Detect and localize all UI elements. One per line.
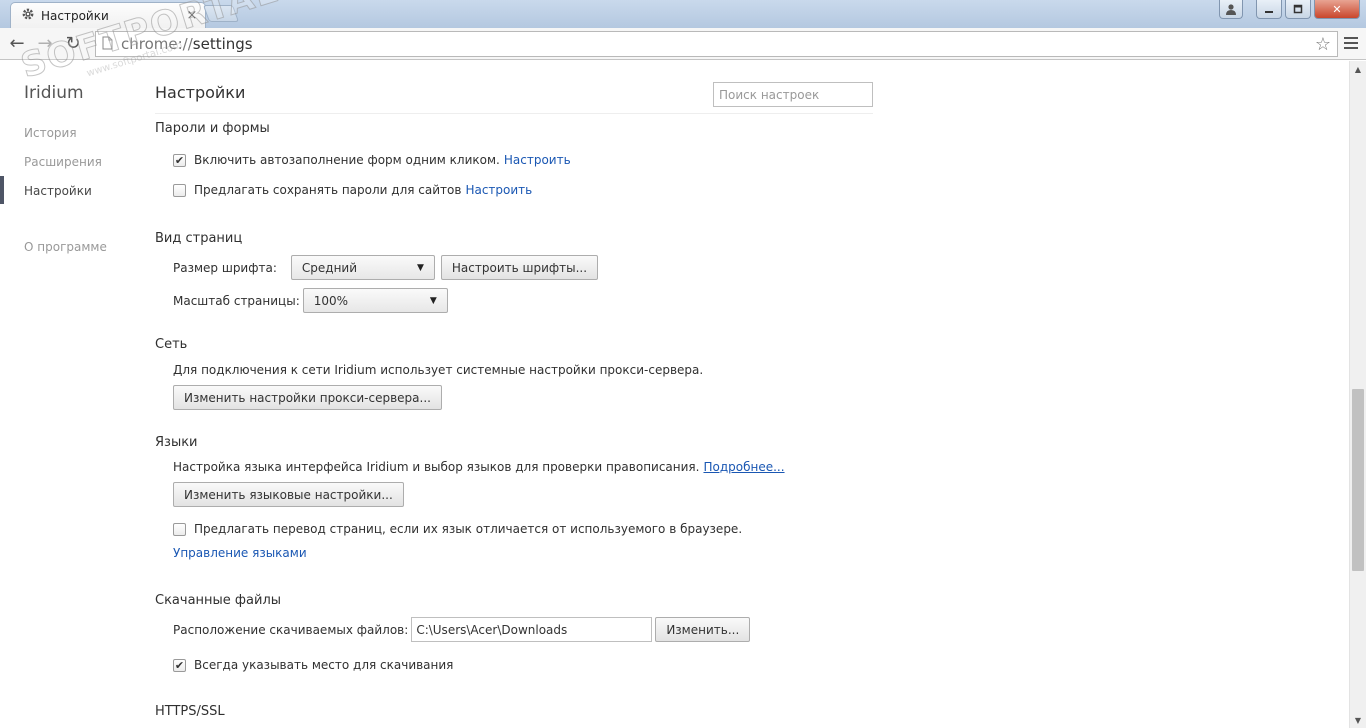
language-settings-row: Изменить языковые настройки... bbox=[173, 482, 404, 507]
page-icon bbox=[102, 36, 113, 53]
font-size-select[interactable]: Средний ▼ bbox=[290, 255, 435, 280]
close-window-button[interactable]: ✕ bbox=[1314, 0, 1360, 19]
font-size-row: Размер шрифта: Средний ▼ Настроить шрифт… bbox=[173, 255, 599, 280]
section-title-https: HTTPS/SSL bbox=[155, 704, 225, 719]
section-title-downloads: Скачанные файлы bbox=[155, 593, 282, 608]
scrollbar-thumb[interactable] bbox=[1352, 389, 1364, 571]
sidebar-item-extensions[interactable]: Расширения bbox=[24, 155, 102, 169]
reload-button[interactable]: ↻ bbox=[59, 30, 87, 58]
font-size-label: Размер шрифта: bbox=[173, 260, 277, 275]
forward-button[interactable]: → bbox=[31, 30, 59, 58]
chevron-down-icon: ▼ bbox=[416, 262, 424, 273]
browser-toolbar: ← → ↻ chrome://settings ☆ bbox=[0, 28, 1366, 60]
save-passwords-label: Предлагать сохранять пароли для сайтов bbox=[194, 183, 462, 197]
change-download-location-button[interactable]: Изменить... bbox=[655, 617, 751, 642]
tab-title: Настройки bbox=[41, 8, 109, 23]
learn-more-link[interactable]: Подробнее... bbox=[703, 460, 784, 474]
save-passwords-row: Предлагать сохранять пароли для сайтов Н… bbox=[173, 183, 532, 197]
back-arrow-icon: ← bbox=[9, 33, 25, 54]
download-location-label: Расположение скачиваемых файлов: bbox=[173, 622, 409, 637]
autofill-label: Включить автозаполнение форм одним клико… bbox=[194, 153, 500, 167]
scroll-down-icon[interactable]: ▼ bbox=[1350, 712, 1366, 728]
translate-checkbox[interactable] bbox=[173, 522, 186, 536]
brand-title: Iridium bbox=[24, 83, 84, 103]
translate-row: Предлагать перевод страниц, если их язык… bbox=[173, 522, 742, 536]
bookmark-star-icon[interactable]: ☆ bbox=[1315, 34, 1331, 55]
sidebar-item-about[interactable]: О программе bbox=[24, 240, 107, 254]
maximize-button[interactable] bbox=[1285, 0, 1311, 19]
gear-icon bbox=[21, 7, 35, 24]
section-title-appearance: Вид страниц bbox=[155, 231, 243, 246]
languages-description-row: Настройка языка интерфейса Iridium и выб… bbox=[173, 460, 785, 474]
back-button[interactable]: ← bbox=[3, 30, 31, 58]
chevron-down-icon: ▼ bbox=[429, 295, 437, 306]
zoom-label: Масштаб страницы: bbox=[173, 293, 300, 308]
proxy-row: Изменить настройки прокси-сервера... bbox=[173, 385, 442, 410]
autofill-row: ✔ Включить автозаполнение форм одним кли… bbox=[173, 153, 571, 167]
url-text: chrome://settings bbox=[121, 35, 253, 53]
translate-label: Предлагать перевод страниц, если их язык… bbox=[194, 522, 743, 536]
settings-main: Настройки Пароли и формы ✔ Включить авто… bbox=[155, 61, 873, 728]
customize-fonts-button[interactable]: Настроить шрифты... bbox=[440, 255, 599, 280]
title-bar: Настройки × ✕ bbox=[0, 0, 1366, 28]
sidebar-item-history[interactable]: История bbox=[24, 126, 77, 140]
manage-languages-row: Управление языками bbox=[173, 546, 307, 560]
user-icon[interactable] bbox=[1219, 0, 1243, 19]
close-tab-icon[interactable]: × bbox=[183, 7, 201, 25]
divider bbox=[155, 113, 873, 114]
ask-location-checkbox[interactable]: ✔ bbox=[173, 658, 186, 672]
autofill-checkbox[interactable]: ✔ bbox=[173, 153, 186, 167]
address-bar[interactable]: chrome://settings ☆ bbox=[95, 31, 1338, 57]
menu-icon[interactable] bbox=[1342, 33, 1360, 53]
forward-arrow-icon: → bbox=[37, 33, 53, 54]
scroll-up-icon[interactable]: ▲ bbox=[1350, 61, 1366, 77]
zoom-row: Масштаб страницы: 100% ▼ bbox=[173, 288, 448, 313]
page-title: Настройки bbox=[155, 83, 246, 102]
proxy-settings-button[interactable]: Изменить настройки прокси-сервера... bbox=[173, 385, 442, 410]
sidebar-item-settings[interactable]: Настройки bbox=[24, 184, 92, 198]
font-size-value: Средний bbox=[301, 260, 358, 275]
zoom-select[interactable]: 100% ▼ bbox=[302, 288, 448, 313]
settings-search-input[interactable] bbox=[713, 82, 873, 107]
passwords-settings-link[interactable]: Настроить bbox=[465, 183, 532, 197]
ask-location-row: ✔ Всегда указывать место для скачивания bbox=[173, 658, 453, 672]
section-title-languages: Языки bbox=[155, 435, 198, 450]
save-passwords-checkbox[interactable] bbox=[173, 183, 186, 197]
section-title-passwords: Пароли и формы bbox=[155, 121, 270, 136]
download-location-field[interactable]: C:\Users\Acer\Downloads bbox=[411, 617, 653, 642]
manage-languages-link[interactable]: Управление языками bbox=[173, 546, 307, 560]
section-title-network: Сеть bbox=[155, 337, 188, 352]
ask-location-label: Всегда указывать место для скачивания bbox=[194, 658, 454, 672]
sidebar: Iridium История Расширения Настройки О п… bbox=[0, 61, 150, 728]
active-indicator bbox=[0, 176, 4, 204]
download-location-row: Расположение скачиваемых файлов: C:\User… bbox=[173, 617, 751, 642]
zoom-value: 100% bbox=[313, 293, 349, 308]
minimize-button[interactable] bbox=[1256, 0, 1282, 19]
vertical-scrollbar[interactable]: ▲ ▼ bbox=[1349, 61, 1366, 728]
window-controls: ✕ bbox=[1219, 0, 1360, 19]
autofill-settings-link[interactable]: Настроить bbox=[504, 153, 571, 167]
network-description: Для подключения к сети Iridium используе… bbox=[173, 363, 704, 377]
language-settings-button[interactable]: Изменить языковые настройки... bbox=[173, 482, 404, 507]
tab-settings[interactable]: Настройки × bbox=[10, 2, 206, 28]
new-tab-button[interactable] bbox=[202, 5, 240, 22]
languages-description: Настройка языка интерфейса Iridium и выб… bbox=[173, 460, 700, 474]
reload-icon: ↻ bbox=[65, 33, 81, 54]
